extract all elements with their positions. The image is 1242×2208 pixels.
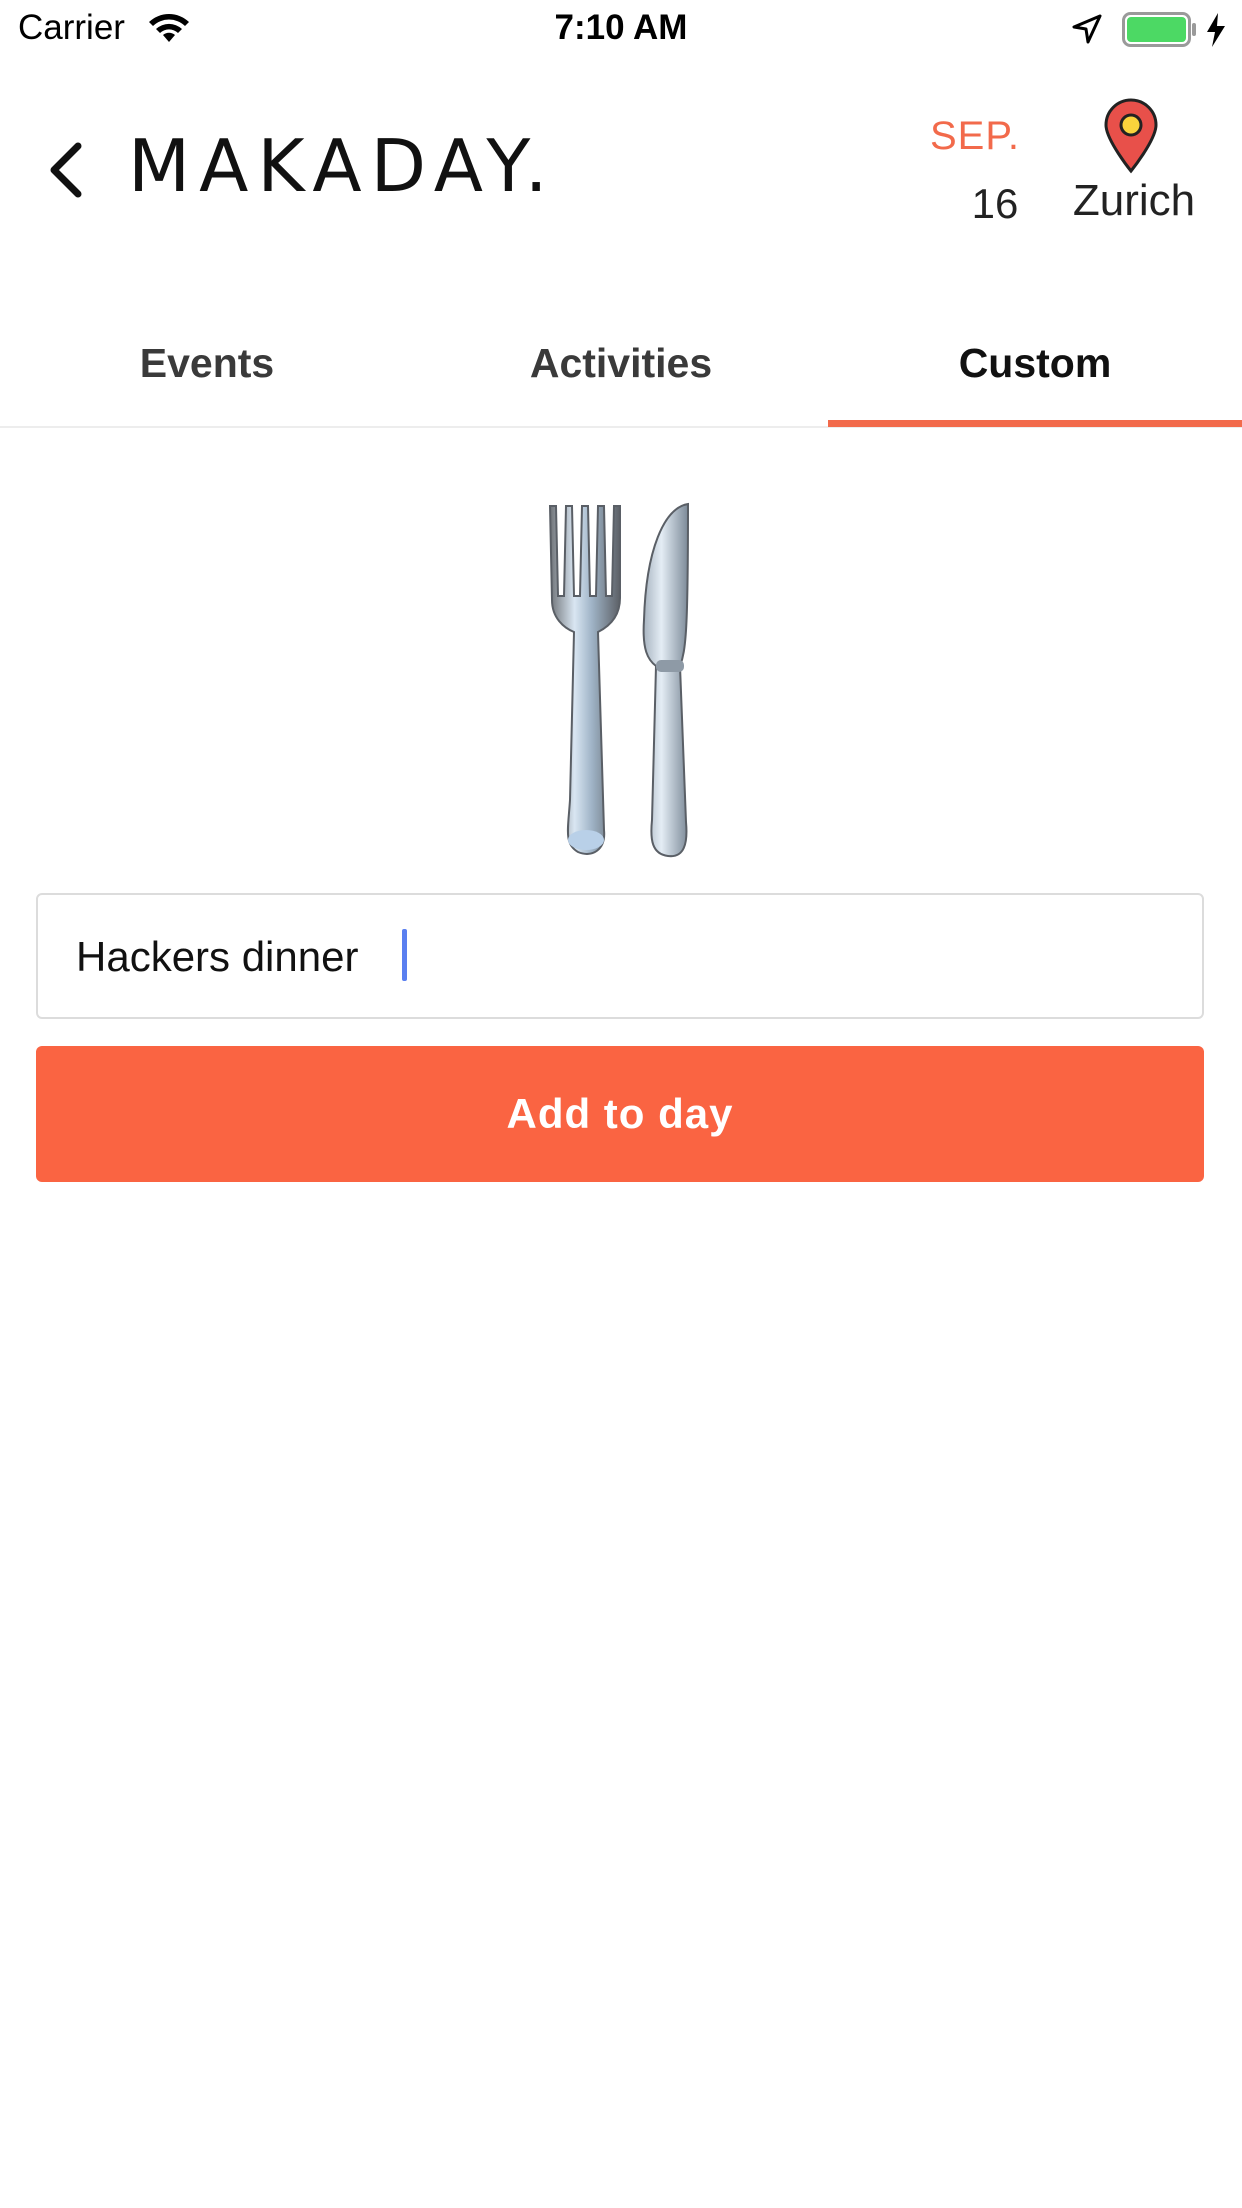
text-cursor xyxy=(402,929,407,981)
date-day: 16 xyxy=(971,180,1019,227)
input-value: Hackers dinner xyxy=(76,933,359,980)
charging-bolt-icon xyxy=(1205,12,1227,53)
tab-events[interactable]: Events xyxy=(0,300,414,426)
tab-bar: Events Activities Custom xyxy=(0,300,1242,428)
activity-name-input[interactable]: Hackers dinner xyxy=(36,893,1204,1019)
active-tab-indicator xyxy=(828,420,1242,427)
city-selector[interactable]: Zurich xyxy=(1060,176,1208,226)
back-button[interactable] xyxy=(44,140,88,200)
clock: 7:10 AM xyxy=(554,8,688,47)
tab-activities[interactable]: Activities xyxy=(414,300,828,426)
location-arrow-icon xyxy=(1072,14,1102,49)
add-to-day-button[interactable]: Add to day xyxy=(36,1046,1204,1182)
status-bar: Carrier 7:10 AM xyxy=(0,0,1242,62)
date-month: SEP. xyxy=(930,114,1020,158)
tab-custom[interactable]: Custom xyxy=(828,300,1242,426)
fork-and-knife-icon xyxy=(540,500,700,865)
map-pin-icon[interactable] xyxy=(1102,98,1160,179)
battery-icon xyxy=(1122,12,1198,53)
chevron-left-icon xyxy=(50,142,82,198)
app-logo: MAKADAY. xyxy=(128,124,557,208)
